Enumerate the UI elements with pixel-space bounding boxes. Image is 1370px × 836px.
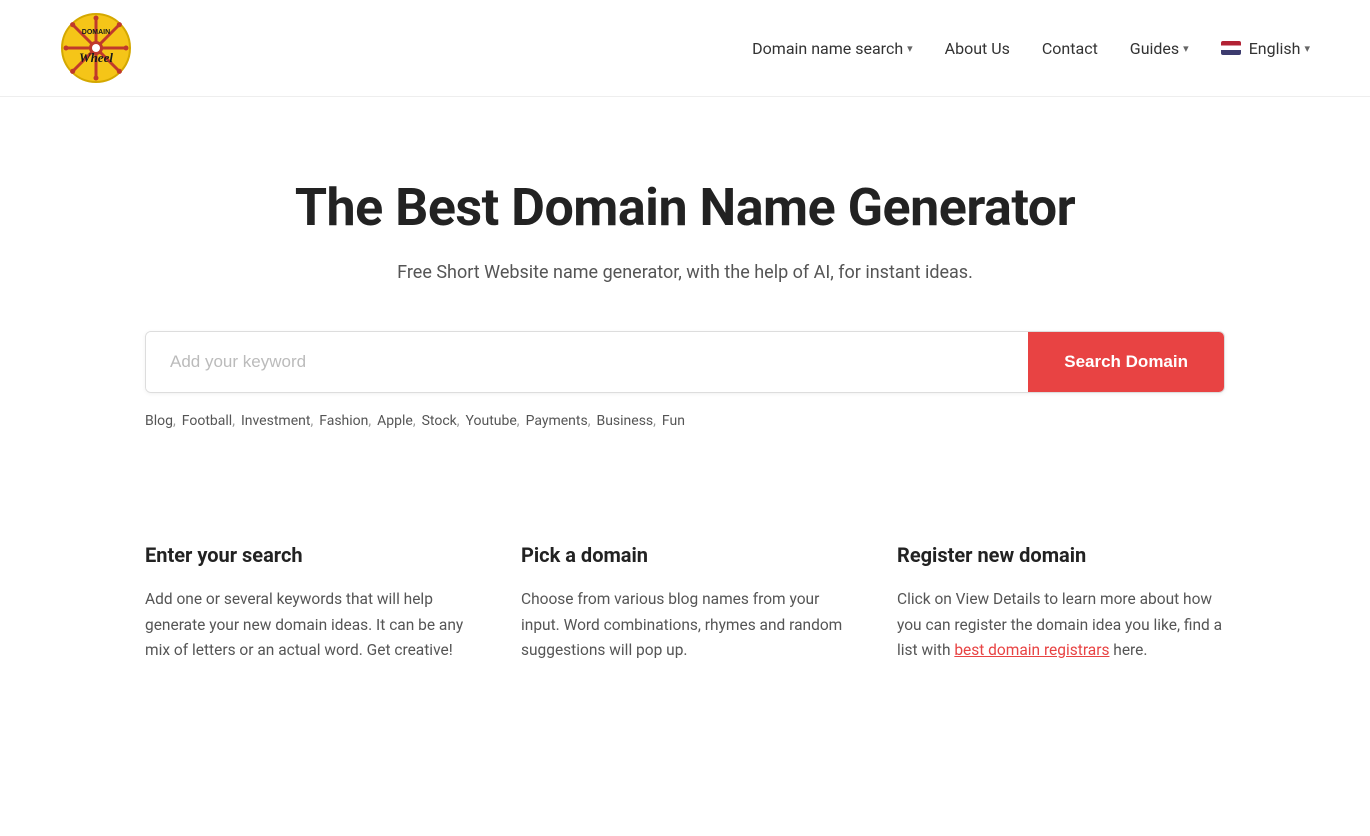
flag-icon — [1221, 41, 1241, 55]
nav-about[interactable]: About Us — [945, 39, 1010, 58]
keyword-tag[interactable]: Investment — [241, 409, 319, 433]
keyword-tag[interactable]: Blog — [145, 409, 182, 433]
search-box: Search Domain — [145, 331, 1225, 393]
nav-guides[interactable]: Guides ▾ — [1130, 39, 1189, 58]
logo[interactable]: DOMAIN Wheel — [60, 12, 132, 84]
info-card-register-title: Register new domain — [897, 543, 1225, 567]
keyword-tag[interactable]: Apple — [377, 409, 421, 433]
info-card-search: Enter your search Add one or several key… — [145, 543, 473, 664]
info-card-pick-body: Choose from various blog names from your… — [521, 587, 849, 664]
keyword-tag[interactable]: Stock — [422, 409, 466, 433]
keyword-tag[interactable]: Payments — [526, 409, 597, 433]
chevron-down-icon: ▾ — [907, 42, 913, 55]
nav-contact[interactable]: Contact — [1042, 39, 1098, 58]
main-nav: Domain name search ▾ About Us Contact Gu… — [752, 39, 1310, 58]
domain-registrars-link[interactable]: best domain registrars — [954, 641, 1109, 659]
keyword-tag[interactable]: Football — [182, 409, 241, 433]
keyword-tag[interactable]: Fun — [662, 409, 685, 433]
chevron-down-icon-guides: ▾ — [1183, 42, 1189, 55]
keyword-tag[interactable]: Youtube — [466, 409, 526, 433]
logo-icon: DOMAIN Wheel — [60, 12, 132, 84]
info-card-search-title: Enter your search — [145, 543, 473, 567]
info-card-pick-title: Pick a domain — [521, 543, 849, 567]
chevron-down-icon-lang: ▾ — [1304, 42, 1310, 55]
keyword-tag[interactable]: Fashion — [319, 409, 377, 433]
nav-domain-search[interactable]: Domain name search ▾ — [752, 39, 913, 58]
info-card-pick: Pick a domain Choose from various blog n… — [521, 543, 849, 664]
svg-text:Wheel: Wheel — [79, 50, 113, 65]
hero-subtitle: Free Short Website name generator, with … — [60, 262, 1310, 283]
nav-language[interactable]: English ▾ — [1221, 39, 1310, 58]
keyword-tag[interactable]: Business — [596, 409, 661, 433]
info-card-register-body: Click on View Details to learn more abou… — [897, 587, 1225, 664]
search-container: Search Domain BlogFootballInvestmentFash… — [145, 331, 1225, 433]
page-title: The Best Domain Name Generator — [60, 177, 1310, 238]
search-input[interactable] — [146, 332, 1028, 392]
hero-section: The Best Domain Name Generator Free Shor… — [0, 97, 1370, 473]
info-card-register: Register new domain Click on View Detail… — [897, 543, 1225, 664]
info-card-search-body: Add one or several keywords that will he… — [145, 587, 473, 664]
search-domain-button[interactable]: Search Domain — [1028, 332, 1224, 392]
site-header: DOMAIN Wheel Domain name search ▾ About … — [0, 0, 1370, 97]
svg-text:DOMAIN: DOMAIN — [82, 29, 110, 36]
keyword-tags: BlogFootballInvestmentFashionAppleStockY… — [145, 409, 1225, 433]
info-section: Enter your search Add one or several key… — [145, 543, 1225, 724]
